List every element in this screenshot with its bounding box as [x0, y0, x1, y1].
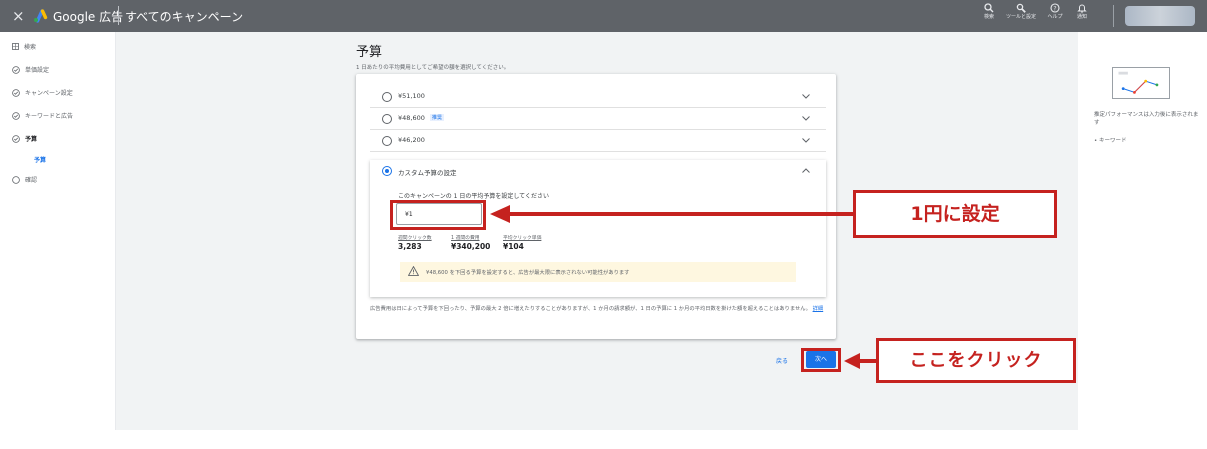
callout-click-here: ここをクリック	[876, 338, 1076, 383]
arrow-head-input	[490, 205, 510, 223]
arrow-head-next	[844, 353, 860, 369]
callout-set-one-yen: 1円に設定	[853, 190, 1057, 238]
